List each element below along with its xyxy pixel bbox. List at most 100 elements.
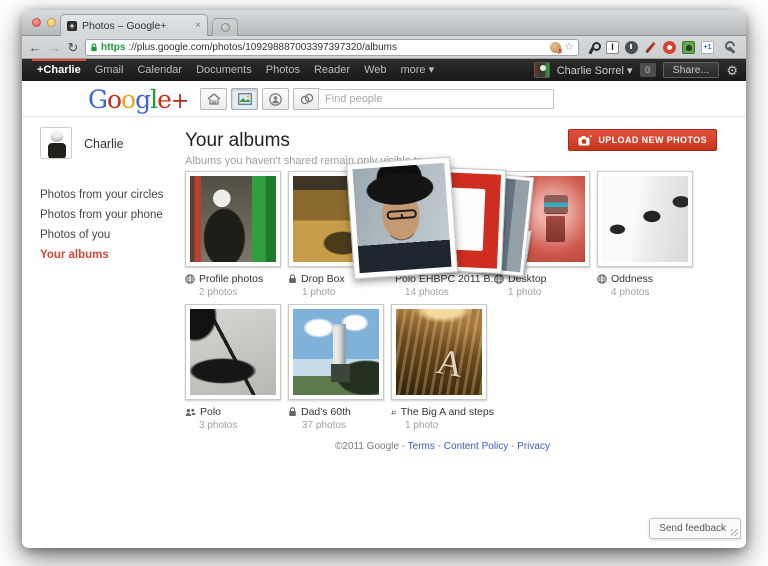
titlebar: + Photos – Google+ × <box>22 10 746 36</box>
green-extension-icon[interactable] <box>682 41 695 54</box>
album-name[interactable]: Oddness <box>611 273 653 285</box>
album-card[interactable]: Profile photos 2 photos <box>185 171 288 298</box>
chrome-menu-wrench-icon[interactable] <box>723 40 737 54</box>
home-nav-button[interactable] <box>200 88 227 110</box>
gbar-item-plus-charlie[interactable]: +Charlie <box>30 59 88 81</box>
globe-icon <box>494 274 504 284</box>
albums-row-1: Profile photos 2 photos Drop Box 1 photo <box>185 171 700 298</box>
album-count: 2 photos <box>199 287 288 298</box>
googleplus-header: Google+ <box>22 81 746 117</box>
background-tab[interactable] <box>212 18 238 36</box>
page-footer: ©2011 Google - Terms - Content Policy - … <box>185 441 700 452</box>
upload-new-photos-button[interactable]: UPLOAD NEW PHOTOS <box>568 129 717 151</box>
album-name[interactable]: Polo <box>200 406 221 418</box>
page-content: Charlie Photos from your circles Photos … <box>22 118 746 548</box>
album-card[interactable]: Dad's 60th 37 photos <box>288 304 391 431</box>
i-extension-icon[interactable]: I <box>606 41 619 54</box>
photos-icon <box>238 93 252 105</box>
gear-icon[interactable]: ⚙ <box>726 64 738 77</box>
url-scheme: https <box>101 42 125 53</box>
tab-title: Photos – Google+ <box>82 20 190 32</box>
sidebar-item-photos-from-circles[interactable]: Photos from your circles <box>40 185 182 205</box>
key-extension-icon[interactable] <box>587 41 600 54</box>
albums-row-2: Polo 3 photos Dad's 60th 37 photos <box>185 304 700 431</box>
album-name[interactable]: The Big A and steps <box>401 406 494 418</box>
sidebar: Charlie Photos from your circles Photos … <box>40 127 182 265</box>
search-input[interactable] <box>318 89 554 109</box>
bookmark-star-icon[interactable]: ☆ <box>564 42 574 53</box>
browser-window: + Photos – Google+ × ← → ↻ https ://plus… <box>22 10 746 548</box>
record-extension-icon[interactable] <box>663 41 676 54</box>
back-button[interactable]: ← <box>28 41 42 54</box>
privacy-link[interactable]: Privacy <box>517 441 550 452</box>
globe-icon <box>185 274 195 284</box>
close-window-button[interactable] <box>32 18 41 27</box>
album-thumbnail <box>396 309 482 395</box>
address-bar[interactable]: https ://plus.google.com/photos/10929888… <box>85 39 579 56</box>
gbar-item-gmail[interactable]: Gmail <box>88 59 131 81</box>
album-count: 1 photo <box>405 420 494 431</box>
screwdriver-extension-icon[interactable] <box>644 41 657 54</box>
sidebar-user-name: Charlie <box>84 137 124 151</box>
album-count: 1 photo <box>302 287 391 298</box>
url-text: ://plus.google.com/photos/10929888700339… <box>128 42 397 53</box>
googleplus-favicon: + <box>67 21 77 31</box>
album-thumbnail <box>293 309 379 395</box>
album-count: 37 photos <box>302 420 391 431</box>
google-bar: +Charlie Gmail Calendar Documents Photos… <box>22 59 746 81</box>
background-tab-favicon <box>221 23 230 32</box>
browser-tab[interactable]: + Photos – Google+ × <box>60 14 208 36</box>
content-policy-link[interactable]: Content Policy <box>444 441 508 452</box>
camera-plus-icon <box>578 135 593 146</box>
lock-icon <box>288 274 297 284</box>
plusone-extension-icon[interactable]: +1 <box>701 41 714 54</box>
album-count: 3 photos <box>199 420 288 431</box>
share-button[interactable]: Share... <box>663 62 720 78</box>
user-name-menu[interactable]: Charlie Sorrel ▾ <box>557 64 633 77</box>
gbar-item-reader[interactable]: Reader <box>307 59 357 81</box>
album-count: 14 photos <box>405 287 494 298</box>
people-icon <box>391 408 397 417</box>
album-name[interactable]: Dad's 60th <box>301 406 351 418</box>
user-avatar-small[interactable] <box>534 62 550 78</box>
notifications-badge[interactable]: 0 <box>640 63 656 77</box>
cookie-blocked-icon[interactable] <box>550 42 561 53</box>
album-name[interactable]: Profile photos <box>199 273 263 285</box>
minimize-window-button[interactable] <box>47 18 56 27</box>
stacked-photo-portrait[interactable] <box>346 157 458 280</box>
googleplus-logo: Google+ <box>88 85 188 114</box>
album-name[interactable]: Drop Box <box>301 273 345 285</box>
clock-extension-icon[interactable] <box>625 41 638 54</box>
sidebar-item-photos-from-phone[interactable]: Photos from your phone <box>40 205 182 225</box>
gbar-item-web[interactable]: Web <box>357 59 393 81</box>
ssl-lock-icon <box>90 43 98 52</box>
album-count: 4 photos <box>611 287 700 298</box>
gbar-item-documents[interactable]: Documents <box>189 59 259 81</box>
home-icon <box>207 93 221 106</box>
forward-button[interactable]: → <box>47 41 61 54</box>
circles-nav-button[interactable] <box>293 88 320 110</box>
album-card[interactable]: Oddness 4 photos <box>597 171 700 298</box>
globe-icon <box>597 274 607 284</box>
album-card[interactable]: Polo 3 photos <box>185 304 288 431</box>
user-avatar-large[interactable] <box>40 127 72 159</box>
browser-toolbar: ← → ↻ https ://plus.google.com/photos/10… <box>22 36 746 59</box>
gbar-item-more[interactable]: more ▾ <box>393 59 441 81</box>
albums-main: Your albums Albums you haven't shared re… <box>185 118 719 452</box>
terms-link[interactable]: Terms <box>408 441 435 452</box>
lock-icon <box>288 407 297 417</box>
album-card[interactable]: The Big A and steps 1 photo <box>391 304 494 431</box>
sidebar-item-your-albums[interactable]: Your albums <box>40 245 182 265</box>
reload-button[interactable]: ↻ <box>66 41 80 54</box>
tab-close-icon[interactable]: × <box>195 21 201 31</box>
copyright-text: ©2011 Google - <box>335 441 405 452</box>
profile-nav-button[interactable] <box>262 88 289 110</box>
circles-icon <box>300 93 314 105</box>
sidebar-item-photos-of-you[interactable]: Photos of you <box>40 225 182 245</box>
photos-nav-button[interactable] <box>231 88 258 110</box>
send-feedback-button[interactable]: Send feedback <box>649 518 741 539</box>
gbar-item-calendar[interactable]: Calendar <box>130 59 189 81</box>
album-thumbnail <box>190 309 276 395</box>
gbar-item-photos[interactable]: Photos <box>259 59 307 81</box>
album-thumbnail <box>602 176 688 262</box>
